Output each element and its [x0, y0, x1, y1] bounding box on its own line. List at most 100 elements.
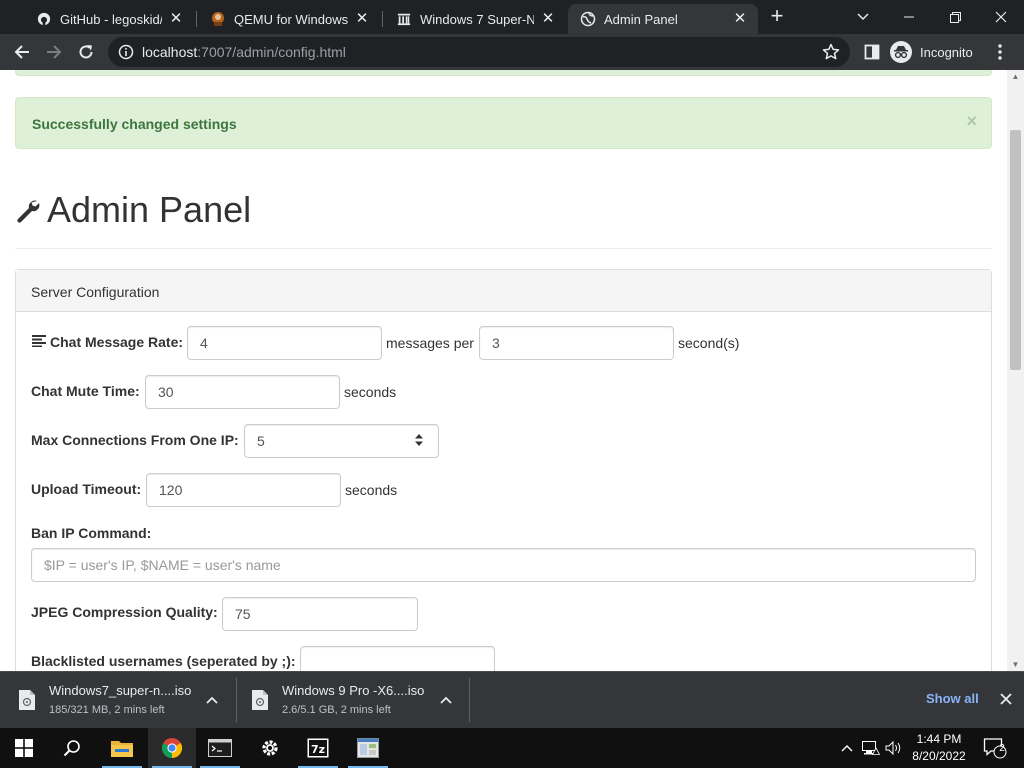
address-bar[interactable]: localhost:7007/admin/config.html — [108, 37, 850, 67]
qemu-icon — [210, 11, 226, 27]
taskbar-app-window[interactable] — [344, 728, 392, 768]
arrow-right-icon — [47, 45, 62, 59]
ban-ip-command-input[interactable] — [31, 548, 976, 582]
server-config-panel: Server Configuration Chat Message Rate: … — [15, 269, 992, 671]
reload-icon — [79, 45, 93, 59]
file-explorer-icon — [111, 741, 133, 757]
close-window-button[interactable] — [978, 0, 1024, 34]
incognito-icon — [890, 41, 912, 63]
url-text: localhost:7007/admin/config.html — [142, 44, 346, 60]
browser-tab-strip: GitHub - legoskid/com ✕ QEMU for Windows… — [0, 0, 1024, 34]
taskbar-search-button[interactable] — [48, 728, 96, 768]
system-clock[interactable]: 1:44 PM 8/20/2022 — [906, 731, 972, 765]
blacklist-label: Blacklisted usernames (seperated by ;): — [31, 653, 296, 669]
download-status: 2.6/5.1 GB, 2 mins left — [282, 704, 391, 716]
volume-button[interactable] — [884, 728, 904, 768]
close-icon[interactable] — [998, 691, 1014, 707]
taskbar-chrome[interactable] — [148, 728, 196, 768]
spinner-arrows-icon[interactable] — [415, 434, 423, 446]
chrome-icon — [161, 738, 183, 759]
star-icon[interactable] — [822, 43, 840, 61]
network-icon — [862, 741, 880, 755]
taskbar-terminal[interactable] — [196, 728, 244, 768]
globe-icon — [580, 11, 596, 27]
page-viewport: Successfully changed settings × Admin Pa… — [0, 70, 1024, 671]
terminal-icon — [208, 739, 232, 757]
jpeg-quality-input[interactable] — [222, 597, 418, 631]
taskbar-7zip[interactable]: 7z — [294, 728, 342, 768]
restore-button[interactable] — [932, 0, 978, 34]
chevron-up-icon[interactable] — [439, 694, 453, 706]
tab-admin-panel[interactable]: Admin Panel ✕ — [568, 4, 758, 34]
ban-ip-label: Ban IP Command: — [31, 525, 152, 541]
forward-button[interactable] — [40, 38, 68, 66]
new-tab-button[interactable]: + — [764, 5, 790, 29]
wrench-icon — [17, 200, 40, 223]
action-center-button[interactable]: 2 — [978, 728, 1012, 768]
upload-timeout-unit-text: seconds — [345, 482, 398, 498]
close-tab-icon[interactable]: ✕ — [354, 11, 370, 27]
file-icon — [19, 690, 35, 710]
download-item[interactable]: Windows7_super-n....iso 185/321 MB, 2 mi… — [17, 672, 232, 728]
show-all-downloads-link[interactable]: Show all — [926, 691, 979, 706]
minimize-button[interactable] — [886, 0, 932, 34]
tab-github[interactable]: GitHub - legoskid/com ✕ — [24, 4, 194, 34]
tab-search-button[interactable] — [840, 0, 886, 34]
scroll-up-arrow-icon[interactable]: ▲ — [1011, 72, 1020, 81]
download-shelf: Windows7_super-n....iso 185/321 MB, 2 mi… — [0, 671, 1024, 728]
page-scrollbar[interactable]: ▲ ▼ — [1007, 70, 1024, 671]
7zip-icon: 7z — [307, 738, 329, 758]
browser-toolbar: localhost:7007/admin/config.html Incogni… — [0, 34, 1024, 70]
download-status: 185/321 MB, 2 mins left — [49, 704, 165, 716]
close-tab-icon[interactable]: ✕ — [168, 11, 184, 27]
mute-time-input[interactable] — [145, 375, 340, 409]
chat-rate-between-text: messages per — [386, 335, 474, 351]
tab-qemu[interactable]: QEMU for Windows – I ✕ — [198, 4, 380, 34]
start-button[interactable] — [0, 728, 48, 768]
tab-title: Admin Panel — [604, 11, 678, 27]
chevron-down-icon — [857, 13, 869, 21]
blacklist-input[interactable] — [300, 646, 495, 671]
archive-icon — [396, 11, 412, 27]
clock-time: 1:44 PM — [916, 732, 962, 746]
incognito-indicator[interactable]: Incognito — [890, 39, 973, 65]
scrollbar-thumb[interactable] — [1010, 130, 1021, 370]
network-button[interactable] — [860, 728, 882, 768]
show-hidden-icons-button[interactable] — [838, 728, 856, 768]
file-icon — [252, 690, 268, 710]
alert-close-button[interactable]: × — [966, 111, 977, 132]
arrow-left-icon — [14, 45, 29, 59]
chevron-up-icon — [841, 745, 853, 752]
svg-text:7z: 7z — [311, 743, 325, 756]
side-panel-icon — [864, 44, 880, 60]
close-tab-icon[interactable]: ✕ — [540, 11, 556, 27]
info-icon[interactable] — [118, 44, 134, 60]
chat-rate-seconds-input[interactable] — [479, 326, 674, 360]
taskbar-file-explorer[interactable] — [98, 728, 146, 768]
browser-menu-button[interactable] — [986, 38, 1014, 66]
chat-rate-unit-text: second(s) — [678, 335, 740, 351]
taskbar-settings[interactable] — [246, 728, 294, 768]
search-icon — [63, 740, 80, 757]
back-button[interactable] — [8, 38, 36, 66]
app-window-icon — [357, 738, 379, 758]
upload-timeout-input[interactable] — [146, 473, 341, 507]
tab-windows7[interactable]: Windows 7 Super-Nan ✕ — [384, 4, 566, 34]
max-connections-label: Max Connections From One IP: — [31, 432, 239, 448]
chevron-up-icon[interactable] — [205, 694, 219, 706]
jpeg-quality-label: JPEG Compression Quality: — [31, 604, 218, 620]
restore-icon — [949, 11, 961, 23]
side-panel-button[interactable] — [858, 38, 886, 66]
max-connections-input[interactable] — [244, 424, 439, 458]
page-header: Admin Panel — [15, 188, 251, 232]
close-tab-icon[interactable]: ✕ — [732, 11, 748, 27]
reload-button[interactable] — [72, 38, 100, 66]
alert-message: Successfully changed settings — [32, 116, 237, 132]
download-item[interactable]: Windows 9 Pro -X6....iso 2.6/5.1 GB, 2 m… — [250, 672, 465, 728]
scroll-down-arrow-icon[interactable]: ▼ — [1011, 660, 1020, 669]
tab-title: Windows 7 Super-Nan — [420, 11, 534, 27]
incognito-label: Incognito — [920, 44, 973, 60]
download-filename: Windows7_super-n....iso — [49, 683, 192, 698]
chat-rate-messages-input[interactable] — [187, 326, 382, 360]
download-divider — [469, 678, 470, 722]
